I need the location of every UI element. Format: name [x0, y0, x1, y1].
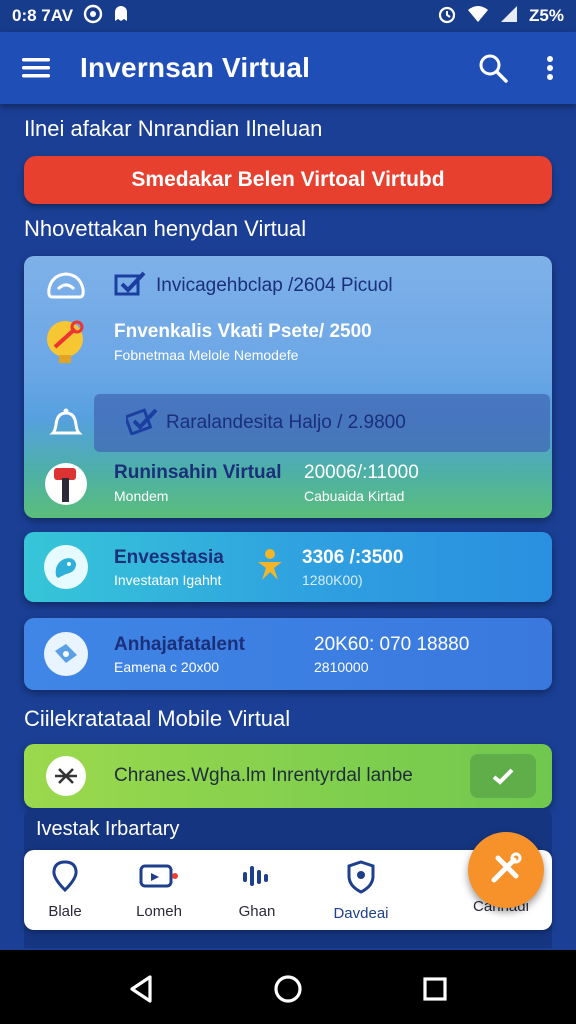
- wrench-bulb-icon: [38, 314, 94, 370]
- checkbox-icon: [114, 270, 150, 303]
- row-value-subtitle: Cabuaida Kirtad: [304, 488, 405, 504]
- card-text: Chranes.Wgha.lm Inrentyrdal lanbe: [114, 765, 413, 786]
- search-icon[interactable]: [478, 53, 508, 83]
- row-title: Invicagehbclap /2604 Picuol: [156, 275, 393, 296]
- card-value: 20K60: 070 18880: [314, 633, 470, 655]
- wifi-icon: [467, 5, 489, 28]
- row-value: 20006/:11000: [304, 462, 419, 483]
- mobile-status-card[interactable]: Chranes.Wgha.lm Inrentyrdal lanbe: [24, 744, 552, 808]
- whatsapp-icon: [83, 4, 103, 29]
- row-subtitle: Mondem: [114, 488, 169, 504]
- card-value: 3306 /:3500: [302, 546, 404, 568]
- alert-button[interactable]: Smedakar Belen Virtoal Virtubd: [24, 156, 552, 204]
- nav-item-ghan[interactable]: Ghan: [212, 860, 302, 922]
- overview-card: Invicagehbclap /2604 Picuol Fnvenkalis V…: [24, 256, 552, 518]
- chat-icon: [38, 539, 94, 595]
- anhaja-card[interactable]: Anhajafatalent Eamena c 20x00 20K60: 070…: [24, 618, 552, 690]
- card-subtitle: Investatan Igahht: [114, 571, 222, 588]
- row-subtitle: Fobnetmaa Melole Nemodefe: [114, 347, 299, 363]
- section-heading-2: Nhovettakan henydan Virtual: [24, 216, 307, 241]
- main-content: Ilnei afakar Nnrandian Ilneluan Smedakar…: [24, 104, 552, 808]
- row-title: Runinsahin Virtual: [114, 462, 282, 483]
- menu-icon[interactable]: [22, 57, 50, 79]
- hammer-icon: [38, 455, 94, 511]
- nav-item-blale[interactable]: Blale: [20, 860, 110, 922]
- status-bar: 0:8 7AV Z5%: [0, 0, 576, 32]
- tools-icon: [488, 850, 524, 891]
- alarm-icon: [437, 4, 457, 29]
- figure-icon: [254, 548, 286, 587]
- investasia-card[interactable]: Envesstasia Investatan Igahht 3306 /:350…: [24, 532, 552, 602]
- battery-text: Z5%: [529, 6, 564, 25]
- section-heading-4: Ivestak Irbartary: [36, 818, 180, 840]
- nav-item-lomeh[interactable]: Lomeh: [114, 860, 204, 922]
- home-icon[interactable]: [271, 972, 305, 1006]
- back-icon[interactable]: [124, 972, 158, 1006]
- list-item[interactable]: Invicagehbclap /2604 Picuol: [24, 258, 552, 314]
- nav-label: Davdeai: [333, 905, 389, 922]
- scissors-icon: [38, 748, 94, 804]
- row-title: Raralandesita Haljo / 2.9800: [166, 412, 406, 433]
- check-button[interactable]: [470, 754, 536, 798]
- signal-icon: [239, 860, 275, 897]
- system-navigation-bar: [0, 950, 576, 1024]
- shield-location-icon: [346, 860, 376, 899]
- card-title: Envesstasia: [114, 546, 224, 568]
- section-heading-1: Ilnei afakar Nnrandian Ilneluan: [24, 116, 323, 141]
- nav-label: Lomeh: [136, 903, 182, 920]
- nav-label: Ghan: [238, 903, 276, 920]
- card-value-subtitle: 2810000: [314, 658, 369, 675]
- location-icon: [51, 860, 79, 897]
- app-bar: Invernsan Virtual: [0, 32, 576, 104]
- checkbox-icon: [123, 407, 162, 440]
- row-title: Fnvenkalis Vkati Psete/ 2500: [114, 321, 372, 342]
- ghost-icon: [113, 5, 129, 28]
- app-title: Invernsan Virtual: [80, 52, 311, 83]
- cloud-icon: [38, 258, 94, 314]
- card-subtitle: Eamena c 20x00: [114, 658, 220, 675]
- cell-signal-icon: [499, 5, 519, 28]
- nav-item-davdeai[interactable]: Davdeai: [316, 860, 406, 922]
- card-value-subtitle: 1280K00): [302, 571, 363, 588]
- card-title: Anhajafatalent: [114, 633, 245, 655]
- list-item[interactable]: Fnvenkalis Vkati Psete/ 2500 Fobnetmaa M…: [24, 312, 552, 372]
- nav-label: Blale: [48, 903, 82, 920]
- video-icon: [137, 860, 181, 897]
- more-options-icon[interactable]: [546, 55, 554, 81]
- recents-icon[interactable]: [418, 972, 452, 1006]
- status-time: 0:8 7AV: [12, 6, 74, 25]
- bell-icon: [38, 395, 94, 451]
- list-item[interactable]: Raralandesita Haljo / 2.9800: [24, 394, 552, 452]
- list-item[interactable]: Runinsahin Virtual Mondem 20006/:11000 C…: [24, 452, 552, 514]
- tools-fab-button[interactable]: [468, 832, 544, 908]
- section-heading-3: Ciilekratataal Mobile Virtual: [24, 706, 291, 731]
- ticket-icon: [38, 626, 94, 682]
